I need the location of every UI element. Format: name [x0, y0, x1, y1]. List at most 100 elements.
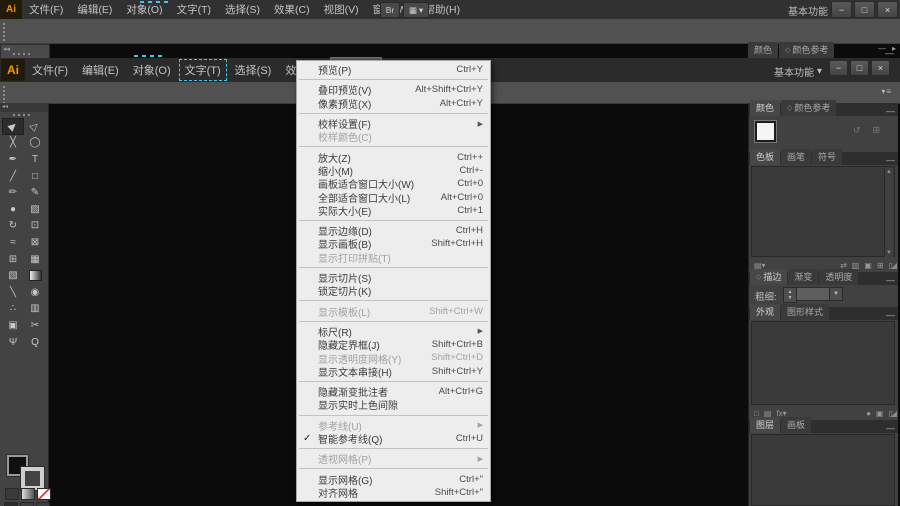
panel-tab-渐变[interactable]: 渐变 [788, 269, 819, 285]
view-menu-item-24[interactable]: 隐藏定界框(J) Shift+Ctrl+B [297, 338, 490, 352]
close-button[interactable]: × [871, 60, 890, 76]
pencil-tool[interactable]: ✎ [24, 184, 46, 201]
drag-handle[interactable] [3, 23, 5, 41]
stroke-weight-value[interactable] [797, 287, 830, 301]
gradient-tool[interactable] [24, 267, 46, 284]
stroke-swatch[interactable] [20, 466, 45, 491]
view-menu-item-18[interactable]: 显示切片(S) [297, 271, 490, 285]
view-menu-item-2[interactable]: 叠印预览(V) Alt+Shift+Ctrl+Y [297, 83, 490, 97]
view-menu-item-16[interactable]: 显示打印拼贴(T) [297, 251, 490, 265]
view-menu-item-11[interactable]: 全部适合窗口大小(L) Alt+Ctrl+0 [297, 190, 490, 205]
view-menu-item-6[interactable]: 校样颜色(C) [297, 130, 490, 144]
spectrum-refresh-icon[interactable]: ↺ [853, 125, 861, 136]
perspective-grid-tool[interactable]: ▦ [24, 251, 46, 268]
drag-handle[interactable] [3, 86, 5, 104]
panel-tab-图形样式[interactable]: 图形样式 [781, 304, 830, 320]
outer-menu-item-6[interactable]: 视图(V) [317, 0, 366, 19]
collapse-icon[interactable]: — [886, 106, 898, 116]
view-menu-item-28[interactable]: 隐藏渐变批注者 Alt+Ctrl+G [297, 385, 490, 399]
outer-menu-item-1[interactable]: 编辑(E) [70, 0, 119, 19]
view-menu-item-5[interactable]: 校样设置(F) ▶ [297, 117, 490, 131]
resize-grip-icon[interactable]: ◢ [891, 409, 897, 418]
view-menu-item-23[interactable]: 标尺(R) ▶ [297, 325, 490, 339]
mesh-tool[interactable]: ▧ [2, 267, 24, 284]
symbol-sprayer-tool[interactable]: ∴ [2, 301, 24, 318]
inner-menu-item-2[interactable]: 对象(O) [126, 58, 178, 82]
collapse-icon[interactable]: — [886, 310, 898, 320]
view-menu-item-8[interactable]: 放大(Z) Ctrl++ [297, 150, 490, 165]
collapse-icon[interactable]: — [886, 275, 898, 285]
slice-tool[interactable]: ✂ [24, 317, 46, 334]
inner-workspace-switcher[interactable]: 基本功能 ▾ [774, 64, 822, 79]
panel-tab-透明度[interactable]: 透明度 [819, 269, 859, 285]
outer-menu-item-0[interactable]: 文件(F) [22, 0, 70, 19]
resize-grip-icon[interactable]: ◢ [891, 261, 897, 270]
panel-tab-颜色[interactable]: 颜色 [748, 42, 779, 58]
restore-button[interactable]: □ [850, 60, 869, 76]
tools-panel-header[interactable]: ◂◂ [0, 103, 48, 112]
column-graph-tool[interactable]: ▥ [24, 301, 46, 318]
panel-tab-符号[interactable]: 符号 [812, 149, 843, 165]
inner-menu-item-1[interactable]: 编辑(E) [75, 58, 126, 82]
minimize-button[interactable]: − [831, 1, 852, 18]
blob-brush-tool[interactable]: ● [2, 201, 24, 218]
panel-tab-颜色参考[interactable]: ◇ 颜色参考 [781, 100, 837, 116]
pen-tool[interactable]: ✒ [2, 151, 24, 168]
minimize-button[interactable]: − [829, 60, 848, 76]
collapse-icon[interactable]: — [886, 155, 898, 165]
scale-tool[interactable]: ⊡ [24, 218, 46, 235]
outer-menu-item-3[interactable]: 文字(T) [170, 0, 218, 19]
layers-list[interactable] [751, 434, 895, 506]
view-menu-item-3[interactable]: 像素预览(X) Alt+Ctrl+Y [297, 97, 490, 111]
view-menu-item-10[interactable]: 画板适合窗口大小(W) Ctrl+0 [297, 177, 490, 191]
scroll-down-icon[interactable]: ▼ [886, 250, 892, 256]
bridge-button[interactable]: Br [380, 2, 400, 18]
close-button[interactable]: × [877, 1, 898, 18]
none-button[interactable] [37, 488, 51, 500]
drag-dots[interactable] [13, 53, 30, 55]
outer-workspace-switcher[interactable]: 基本功能 ▾ [788, 3, 836, 18]
shape-builder-tool[interactable]: ⊞ [2, 251, 24, 268]
view-menu-item-14[interactable]: 显示边缘(D) Ctrl+H [297, 224, 490, 238]
eraser-tool[interactable]: ▨ [24, 201, 46, 218]
view-menu-item-12[interactable]: 实际大小(E) Ctrl+1 [297, 204, 490, 218]
restore-button[interactable]: □ [854, 1, 875, 18]
view-menu-item-19[interactable]: 锁定切片(K) [297, 284, 490, 298]
view-menu-item-37[interactable]: 对齐网格 Shift+Ctrl+" [297, 486, 490, 500]
zoom-tool[interactable]: Q [24, 334, 46, 351]
drag-dots[interactable] [13, 114, 30, 116]
new-swatch-icon[interactable]: ⊞ [877, 261, 884, 270]
appearance-list[interactable] [751, 321, 895, 405]
duplicate-item-icon[interactable]: ▣ [876, 409, 884, 418]
panel-tab-图层[interactable]: 图层 [750, 417, 781, 433]
panel-tab-画笔[interactable]: 画笔 [781, 149, 812, 165]
panel-menu-icon[interactable]: ▾≡ [881, 87, 892, 96]
blend-tool[interactable]: ◉ [24, 284, 46, 301]
eyedropper-tool[interactable]: ╲ [2, 284, 24, 301]
artboard-tool[interactable]: ▣ [2, 317, 24, 334]
stroke-weight-dropdown[interactable]: ▼ [830, 287, 843, 301]
inner-menu-item-4[interactable]: 选择(S) [228, 58, 279, 82]
swatches-list[interactable]: ▲ ▼ [751, 166, 895, 257]
magic-wand-tool[interactable]: ╳ [2, 135, 24, 152]
draw-behind-button[interactable] [20, 502, 34, 506]
scroll-up-icon[interactable]: ▲ [886, 169, 892, 175]
view-menu-item-15[interactable]: 显示画板(B) Shift+Ctrl+H [297, 237, 490, 251]
inner-menu-item-0[interactable]: 文件(F) [25, 58, 75, 82]
view-menu-item-29[interactable]: 显示实时上色间隙 [297, 398, 490, 412]
width-tool[interactable]: ≈ [2, 234, 24, 251]
panel-tab-色板[interactable]: 色板 [750, 149, 781, 165]
rotate-tool[interactable]: ↻ [2, 218, 24, 235]
type-tool[interactable]: T [24, 151, 46, 168]
clear-appearance-icon[interactable]: ● [866, 409, 871, 418]
collapse-arrows-icon[interactable]: ◂◂ [3, 45, 10, 53]
panel-tab-描边[interactable]: ◇ 描边 [750, 269, 788, 285]
view-menu-item-34[interactable]: 透视网格(P) ▶ [297, 452, 490, 466]
stepper-arrows[interactable]: ▲ ▼ [783, 287, 797, 303]
free-transform-tool[interactable]: ⊠ [24, 234, 46, 251]
arrange-documents-button[interactable]: ▦ ▾ [403, 2, 429, 18]
line-segment-tool[interactable]: ╱ [2, 168, 24, 185]
view-menu-item-9[interactable]: 缩小(M) Ctrl+- [297, 164, 490, 178]
rectangle-tool[interactable]: □ [24, 168, 46, 185]
collapse-icon[interactable]: — [886, 423, 898, 433]
